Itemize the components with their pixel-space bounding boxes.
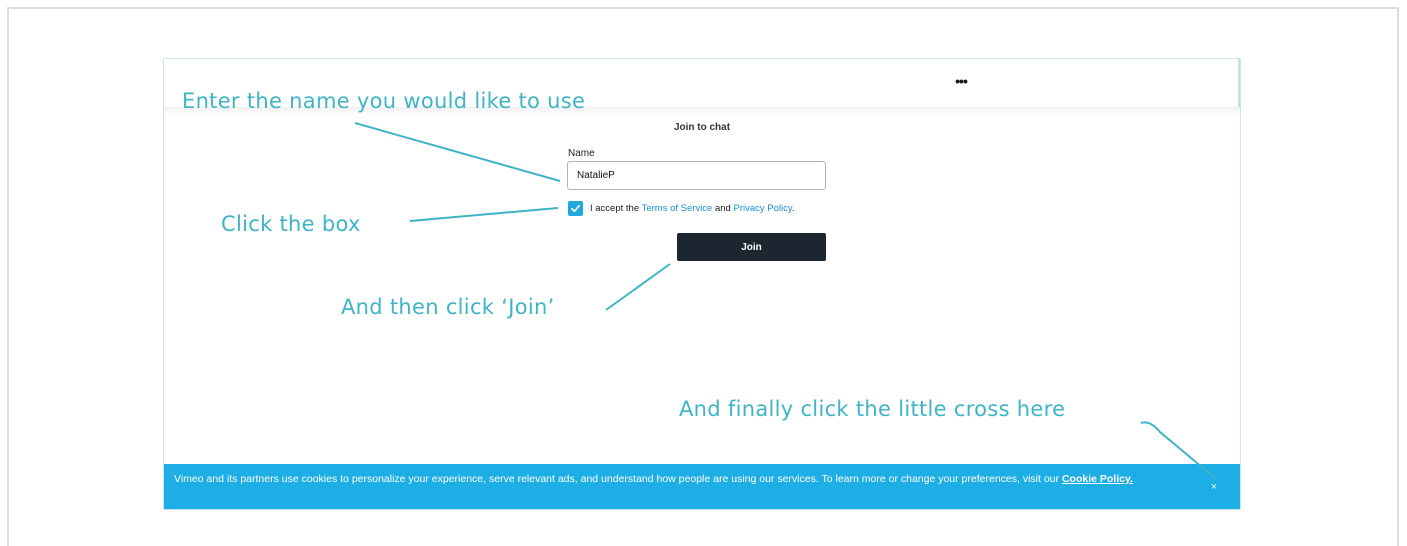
annotation-click-join: And then click ‘Join’ <box>341 295 555 319</box>
cookie-banner-text: Vimeo and its partners use cookies to pe… <box>174 473 1060 485</box>
name-label: Name <box>568 148 595 159</box>
name-input[interactable] <box>567 161 826 190</box>
annotation-click-box: Click the box <box>221 212 361 236</box>
ellipsis-icon[interactable]: ••• <box>949 73 973 89</box>
cookie-policy-link[interactable]: Cookie Policy. <box>1062 473 1133 485</box>
vimeo-chat-screen: ••• Join to chat Name I accept the Terms… <box>163 58 1241 510</box>
period-text: . <box>791 202 795 214</box>
privacy-policy-link[interactable]: Privacy Policy <box>733 203 791 214</box>
and-text: and <box>714 202 731 214</box>
accept-prefix: I accept the <box>590 202 640 214</box>
checkmark-icon <box>571 204 580 212</box>
annotation-click-cross: And finally click the little cross here <box>679 397 1066 421</box>
terms-accept-row: I accept the Terms of Service and Privac… <box>568 200 795 216</box>
cookie-banner: Vimeo and its partners use cookies to pe… <box>164 464 1240 509</box>
join-button[interactable]: Join <box>677 233 826 261</box>
close-icon[interactable]: × <box>1207 480 1221 494</box>
terms-of-service-link[interactable]: Terms of Service <box>642 203 713 214</box>
annotation-enter-name: Enter the name you would like to use <box>182 89 586 113</box>
accept-checkbox[interactable] <box>568 200 583 216</box>
join-chat-title: Join to chat <box>673 122 731 133</box>
